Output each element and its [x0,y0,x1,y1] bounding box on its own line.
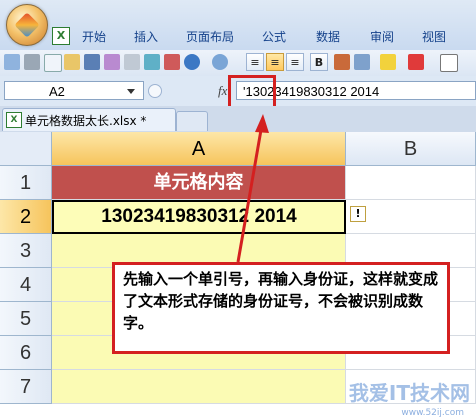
new-icon[interactable] [44,54,62,72]
workbook-tab-bar: X 单元格数据太长.xlsx * [0,106,476,133]
print-icon[interactable] [124,54,140,70]
row-header-1[interactable]: 1 [0,166,52,200]
resize-handle-icon[interactable] [148,84,162,98]
office-button[interactable] [6,4,48,46]
excel-app-icon: X [52,27,70,45]
format-painter-icon[interactable] [104,54,120,70]
workbook-tab-label: 单元格数据太长.xlsx * [25,114,147,128]
annotation-callout: 先输入一个单引号，再输入身份证，这样就变成了文本形式存储的身份证号，不会被识别成… [112,262,450,354]
cell-b1[interactable] [346,166,476,200]
tab-formulas[interactable]: 公式 [262,26,286,48]
excel-file-icon: X [6,112,22,128]
warning-icon[interactable]: ! [350,206,366,222]
font-color-icon[interactable] [408,54,424,70]
save-icon[interactable] [84,54,100,70]
tab-page-layout[interactable]: 页面布局 [186,26,234,48]
cut-icon[interactable] [24,54,40,70]
undo-icon[interactable] [184,54,200,70]
row-header-6[interactable]: 6 [0,336,52,370]
name-box[interactable]: A2 [4,81,144,100]
row-header-3[interactable]: 3 [0,234,52,268]
column-header-a[interactable]: A [52,132,346,166]
align-left-icon[interactable]: ≡ [246,53,264,71]
cell-a7[interactable] [52,370,346,404]
preview-icon[interactable] [144,54,160,70]
font-size-icon[interactable] [354,54,370,70]
cell-a1[interactable]: 单元格内容 [52,166,346,200]
bold-icon[interactable]: B [310,53,328,71]
row-header-2[interactable]: 2 [0,200,52,234]
row-header-4[interactable]: 4 [0,268,52,302]
fx-icon[interactable]: fx [218,83,227,99]
office-logo-icon [14,12,40,38]
column-header-b[interactable]: B [346,132,476,166]
workbook-tab[interactable]: X 单元格数据太长.xlsx * [2,108,176,131]
borders-icon[interactable] [440,54,458,72]
formula-highlight-box [228,75,276,109]
quick-toolbar: ≡ ≡ ≡ B [0,50,476,77]
watermark-url: www.52ij.com [401,408,464,418]
cell-a2[interactable]: 13023419830312 2014 [52,200,346,234]
row-header-7[interactable]: 7 [0,370,52,404]
fill-color-icon[interactable] [380,54,396,70]
align-right-icon[interactable]: ≡ [286,53,304,71]
chevron-down-icon[interactable] [127,89,135,94]
percent-icon[interactable] [334,54,350,70]
spelling-icon[interactable] [164,54,180,70]
tab-view[interactable]: 视图 [422,26,446,48]
redo-icon[interactable] [212,54,228,70]
row-header-5[interactable]: 5 [0,302,52,336]
open-icon[interactable] [64,54,80,70]
watermark-logo: 我爱IT技术网 [348,381,470,405]
copy-icon[interactable] [4,54,20,70]
new-tab-button[interactable] [176,111,208,131]
tab-data[interactable]: 数据 [316,26,340,48]
align-center-icon[interactable]: ≡ [266,53,284,71]
tab-home[interactable]: 开始 [82,26,106,48]
tab-review[interactable]: 审阅 [370,26,394,48]
tab-insert[interactable]: 插入 [134,26,158,48]
select-all-corner[interactable] [0,132,52,166]
ribbon-tab-bar: X 开始 插入 页面布局 公式 数据 审阅 视图 [0,0,476,51]
